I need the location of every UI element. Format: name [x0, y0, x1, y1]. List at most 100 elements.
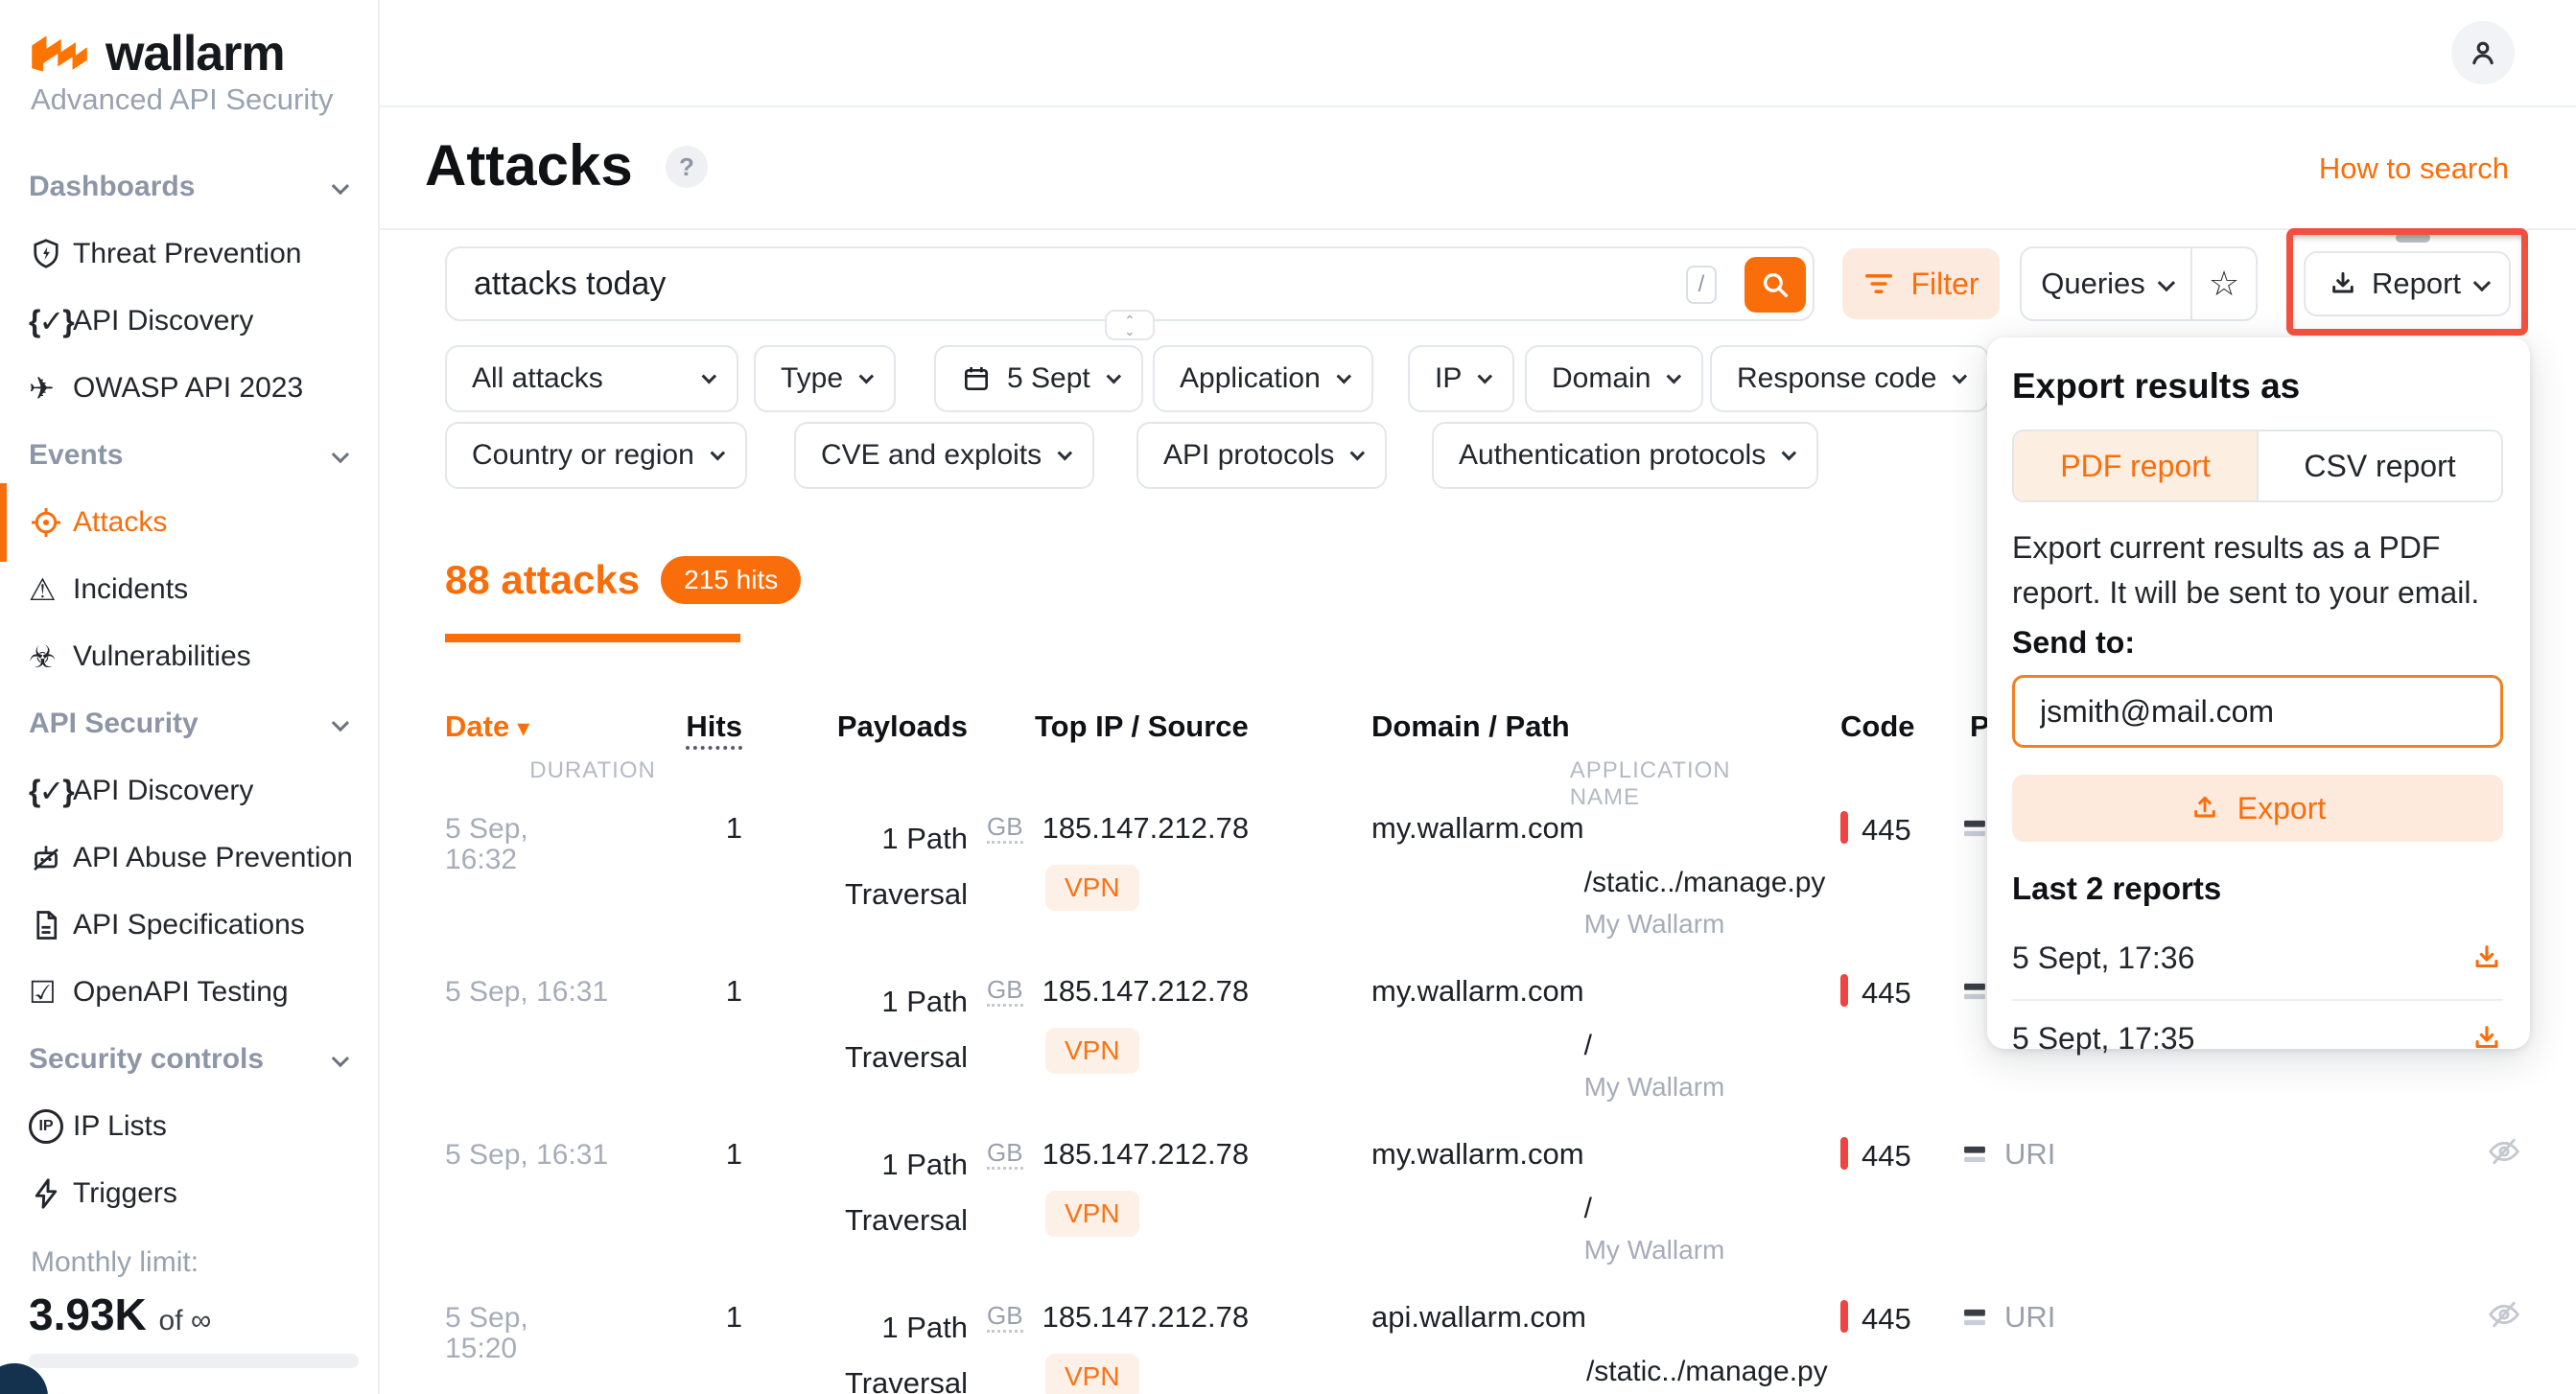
sidebar-item-api-abuse-prevention[interactable]: API Abuse Prevention [0, 825, 378, 892]
sidebar-item-vulnerabilities[interactable]: ☣ Vulnerabilities [0, 623, 378, 690]
tab-csv-report[interactable]: CSV report [2257, 431, 2501, 500]
email-field[interactable] [2012, 675, 2503, 748]
sidebar-item-incidents[interactable]: ⚠ Incidents [0, 556, 378, 623]
filter-chip-response-code[interactable]: Response code [1710, 345, 1989, 412]
chip-label: Domain [1552, 362, 1651, 395]
path[interactable]: /static../manage.py [1584, 867, 1826, 899]
cell-hits: 1 [637, 1137, 742, 1172]
sidebar-item-triggers[interactable]: Triggers [0, 1160, 378, 1227]
sidebar-item-threat-prevention[interactable]: Threat Prevention [0, 221, 378, 288]
filter-chip-authentication-protocols[interactable]: Authentication protocols [1432, 422, 1818, 489]
country-badge[interactable]: GB [987, 1138, 1023, 1170]
sidebar-item-owasp-api-2023[interactable]: ✈ OWASP API 2023 [0, 355, 378, 422]
help-icon[interactable]: ? [666, 146, 708, 188]
filter-chip-ip[interactable]: IP [1408, 345, 1514, 412]
cell-domain-path: my.wallarm.com / My Wallarm [1371, 974, 1784, 1009]
section-label: Security controls [29, 1043, 264, 1076]
attacks-count[interactable]: 88 attacks [445, 557, 640, 603]
sidebar-item-attacks[interactable]: Attacks [0, 489, 378, 556]
filter-chip-all-attacks[interactable]: All attacks [445, 345, 738, 412]
active-tab-underline [445, 634, 740, 642]
plane-icon: ✈ [29, 373, 73, 404]
column-header-top-ip: Top IP / Source [1035, 709, 1249, 743]
attack-row[interactable]: 5 Sep, 16:31 1 1 Path Traversal GB185.14… [445, 1114, 2576, 1277]
filter-chip-cve-and-exploits[interactable]: CVE and exploits [794, 422, 1094, 489]
sidebar-item-label: Vulnerabilities [73, 640, 251, 673]
how-to-search-link[interactable]: How to search [2319, 151, 2509, 186]
download-icon[interactable] [2471, 1022, 2503, 1055]
download-icon[interactable] [2471, 941, 2503, 974]
column-header-hits[interactable]: Hits [686, 709, 742, 750]
results-summary: 88 attacks 215 hits [445, 556, 801, 604]
filter-chip-domain[interactable]: Domain [1525, 345, 1703, 412]
ip-address[interactable]: 185.147.212.78 [1042, 811, 1250, 845]
domain[interactable]: my.wallarm.com [1371, 811, 1584, 845]
sidebar-item-api-discovery-2[interactable]: {✓} API Discovery [0, 757, 378, 825]
cell-payloads[interactable]: 1 Path Traversal [800, 1137, 968, 1248]
search-input[interactable] [474, 248, 1673, 319]
sidebar-item-api-discovery[interactable]: {✓} API Discovery [0, 288, 378, 355]
filter-chip-type[interactable]: Type [754, 345, 896, 412]
chevron-down-icon: ⌃ [1124, 326, 1136, 336]
chevron-down-icon [2473, 273, 2491, 290]
cell-response-code: 445 [1840, 974, 1955, 1011]
domain[interactable]: my.wallarm.com [1371, 974, 1584, 1008]
path[interactable]: / [1584, 1030, 1592, 1062]
sidebar-item-ip-lists[interactable]: IP IP Lists [0, 1093, 378, 1160]
source-tag[interactable]: VPN [1045, 1191, 1139, 1237]
sidebar-section-api-security[interactable]: API Security [0, 690, 378, 757]
send-to-label: Send to: [2012, 625, 2135, 661]
cell-payloads[interactable]: 1 Path Traversal [800, 1300, 968, 1394]
sidebar-item-openapi-testing[interactable]: ☑ OpenAPI Testing [0, 959, 378, 1026]
filter-button[interactable]: Filter [1842, 248, 2000, 319]
export-button[interactable]: Export [2012, 775, 2503, 842]
braces-check-icon: {✓} [29, 773, 73, 809]
chevron-down-icon [332, 445, 349, 462]
visibility-off-icon[interactable] [2486, 1296, 2522, 1333]
ip-address[interactable]: 185.147.212.78 [1042, 974, 1250, 1008]
sidebar-section-security-controls[interactable]: Security controls [0, 1026, 378, 1093]
ip-address[interactable]: 185.147.212.78 [1042, 1300, 1250, 1334]
filter-chip-country-or-region[interactable]: Country or region [445, 422, 747, 489]
chip-label: Response code [1737, 362, 1936, 395]
cell-domain-path: my.wallarm.com /static../manage.py My Wa… [1371, 811, 1784, 846]
sidebar-section-events[interactable]: Events [0, 422, 378, 489]
ip-address[interactable]: 185.147.212.78 [1042, 1137, 1250, 1171]
path[interactable]: /static../manage.py [1586, 1356, 1828, 1388]
cell-payloads[interactable]: 1 Path Traversal [800, 811, 968, 922]
filter-chip-date[interactable]: 5 Sept [934, 345, 1143, 412]
source-tag[interactable]: VPN [1045, 865, 1139, 911]
brand-logo[interactable]: wallarm [29, 25, 285, 82]
source-tag[interactable]: VPN [1045, 1028, 1139, 1074]
filter-chip-application[interactable]: Application [1153, 345, 1373, 412]
cell-response-code: 445 [1840, 1137, 1955, 1173]
sidebar-item-api-specifications[interactable]: API Specifications [0, 892, 378, 959]
ip-badge-icon: IP [29, 1109, 73, 1144]
column-header-payloads: Payloads [837, 709, 968, 743]
source-tag[interactable]: VPN [1045, 1354, 1139, 1394]
tab-pdf-report[interactable]: PDF report [2014, 431, 2257, 500]
queries-button[interactable]: Queries [2022, 248, 2190, 319]
popup-caret [2396, 233, 2430, 243]
country-badge[interactable]: GB [987, 1301, 1023, 1333]
path[interactable]: / [1584, 1193, 1592, 1225]
user-avatar[interactable] [2451, 21, 2515, 84]
favorite-query-button[interactable]: ☆ [2190, 248, 2256, 319]
export-popup: Export results as PDF report CSV report … [1987, 337, 2530, 1049]
expand-collapse-handle[interactable]: ⌃ ⌃ [1105, 310, 1155, 340]
filter-chip-api-protocols[interactable]: API protocols [1136, 422, 1387, 489]
country-badge[interactable]: GB [987, 812, 1023, 844]
report-button[interactable]: Report [2304, 251, 2511, 316]
visibility-off-icon[interactable] [2486, 1133, 2522, 1170]
cell-payloads[interactable]: 1 Path Traversal [800, 974, 968, 1085]
domain[interactable]: my.wallarm.com [1371, 1137, 1584, 1171]
search-button[interactable] [1745, 257, 1806, 313]
export-description: Export current results as a PDF report. … [2012, 525, 2503, 616]
sidebar-section-dashboards[interactable]: Dashboards [0, 153, 378, 221]
payload-location-icon [1958, 1140, 1991, 1169]
column-header-date[interactable]: Date▾ [445, 709, 529, 743]
attack-row[interactable]: 5 Sep,15:20 1 1 Path Traversal GB185.147… [445, 1277, 2576, 1394]
country-badge[interactable]: GB [987, 975, 1023, 1007]
export-popup-title: Export results as [2012, 366, 2300, 407]
domain[interactable]: api.wallarm.com [1371, 1300, 1586, 1334]
